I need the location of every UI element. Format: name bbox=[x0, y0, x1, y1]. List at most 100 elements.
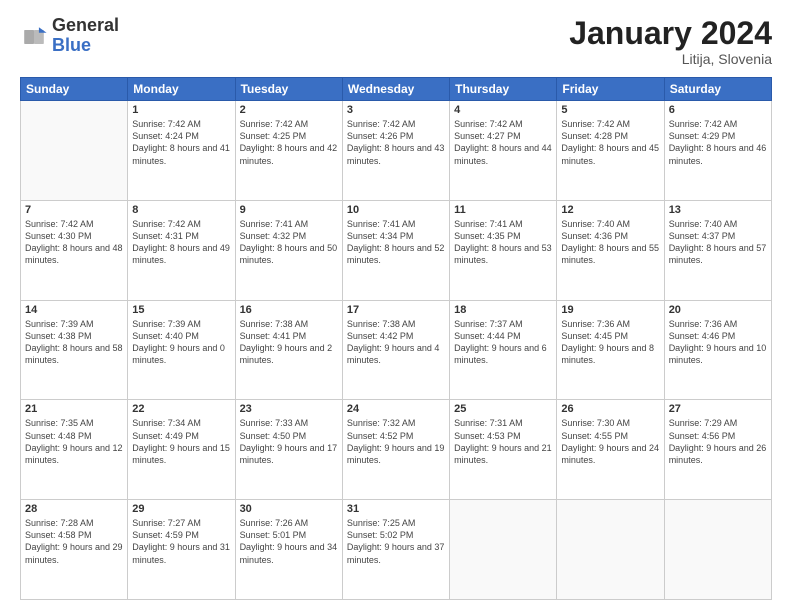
weekday-header-thursday: Thursday bbox=[450, 78, 557, 101]
day-number: 17 bbox=[347, 304, 445, 316]
calendar-cell: 7Sunrise: 7:42 AMSunset: 4:30 PMDaylight… bbox=[21, 200, 128, 300]
day-info: Sunrise: 7:42 AMSunset: 4:28 PMDaylight:… bbox=[561, 118, 659, 167]
day-number: 5 bbox=[561, 104, 659, 116]
day-number: 29 bbox=[132, 503, 230, 515]
page: General Blue January 2024 Litija, Sloven… bbox=[0, 0, 792, 612]
day-info: Sunrise: 7:36 AMSunset: 4:46 PMDaylight:… bbox=[669, 318, 767, 367]
day-number: 2 bbox=[240, 104, 338, 116]
day-number: 4 bbox=[454, 104, 552, 116]
calendar-cell bbox=[664, 500, 771, 600]
weekday-header-saturday: Saturday bbox=[664, 78, 771, 101]
calendar-cell bbox=[450, 500, 557, 600]
generalblue-logo-icon bbox=[20, 23, 48, 51]
calendar-cell: 30 Sunrise: 7:26 AMSunset: 5:01 PMDayligh… bbox=[235, 500, 342, 600]
day-info: Sunrise: 7:32 AMSunset: 4:52 PMDaylight:… bbox=[347, 417, 445, 466]
day-number: 6 bbox=[669, 104, 767, 116]
calendar-cell: 3Sunrise: 7:42 AMSunset: 4:26 PMDaylight… bbox=[342, 101, 449, 201]
day-number: 31 bbox=[347, 503, 445, 515]
day-info: Sunrise: 7:36 AMSunset: 4:45 PMDaylight:… bbox=[561, 318, 659, 367]
calendar-cell: 25 Sunrise: 7:31 AMSunset: 4:53 PMDayligh… bbox=[450, 400, 557, 500]
calendar-cell bbox=[21, 101, 128, 201]
day-number: 22 bbox=[132, 403, 230, 415]
day-info: Sunrise: 7:40 AMSunset: 4:36 PMDaylight:… bbox=[561, 218, 659, 267]
day-number: 28 bbox=[25, 503, 123, 515]
calendar-week-3: 14Sunrise: 7:39 AMSunset: 4:38 PMDayligh… bbox=[21, 300, 772, 400]
weekday-header-sunday: Sunday bbox=[21, 78, 128, 101]
calendar-cell: 23 Sunrise: 7:33 AMSunset: 4:50 PMDayligh… bbox=[235, 400, 342, 500]
day-number: 25 bbox=[454, 403, 552, 415]
day-number: 10 bbox=[347, 204, 445, 216]
day-info: Sunrise: 7:37 AMSunset: 4:44 PMDaylight:… bbox=[454, 318, 552, 367]
day-number: 13 bbox=[669, 204, 767, 216]
day-info: Sunrise: 7:42 AMSunset: 4:25 PMDaylight:… bbox=[240, 118, 338, 167]
logo-text: General Blue bbox=[52, 16, 119, 56]
calendar-week-1: 1 Sunrise: 7:42 AMSunset: 4:24 PMDaylight… bbox=[21, 101, 772, 201]
calendar-cell: 26Sunrise: 7:30 AMSunset: 4:55 PMDayligh… bbox=[557, 400, 664, 500]
day-number: 23 bbox=[240, 403, 338, 415]
day-info: Sunrise: 7:40 AMSunset: 4:37 PMDaylight:… bbox=[669, 218, 767, 267]
calendar-cell: 17 Sunrise: 7:38 AMSunset: 4:42 PMDayligh… bbox=[342, 300, 449, 400]
day-info: Sunrise: 7:25 AMSunset: 5:02 PMDaylight:… bbox=[347, 517, 445, 566]
weekday-header-friday: Friday bbox=[557, 78, 664, 101]
calendar-cell: 14Sunrise: 7:39 AMSunset: 4:38 PMDayligh… bbox=[21, 300, 128, 400]
logo-blue: Blue bbox=[52, 36, 119, 56]
calendar-table: SundayMondayTuesdayWednesdayThursdayFrid… bbox=[20, 77, 772, 600]
calendar-cell: 19 Sunrise: 7:36 AMSunset: 4:45 PMDayligh… bbox=[557, 300, 664, 400]
day-number: 21 bbox=[25, 403, 123, 415]
day-info: Sunrise: 7:38 AMSunset: 4:41 PMDaylight:… bbox=[240, 318, 338, 367]
day-info: Sunrise: 7:31 AMSunset: 4:53 PMDaylight:… bbox=[454, 417, 552, 466]
logo-general: General bbox=[52, 16, 119, 36]
day-number: 9 bbox=[240, 204, 338, 216]
calendar-cell: 27 Sunrise: 7:29 AMSunset: 4:56 PMDayligh… bbox=[664, 400, 771, 500]
weekday-header-monday: Monday bbox=[128, 78, 235, 101]
calendar-cell: 10 Sunrise: 7:41 AMSunset: 4:34 PMDayligh… bbox=[342, 200, 449, 300]
day-info: Sunrise: 7:42 AMSunset: 4:27 PMDaylight:… bbox=[454, 118, 552, 167]
title-block: January 2024 Litija, Slovenia bbox=[569, 16, 772, 67]
calendar-cell: 12 Sunrise: 7:40 AMSunset: 4:36 PMDayligh… bbox=[557, 200, 664, 300]
day-number: 19 bbox=[561, 304, 659, 316]
location: Litija, Slovenia bbox=[569, 51, 772, 67]
day-info: Sunrise: 7:34 AMSunset: 4:49 PMDaylight:… bbox=[132, 417, 230, 466]
weekday-header-tuesday: Tuesday bbox=[235, 78, 342, 101]
day-info: Sunrise: 7:39 AMSunset: 4:40 PMDaylight:… bbox=[132, 318, 230, 367]
calendar-cell: 16 Sunrise: 7:38 AMSunset: 4:41 PMDayligh… bbox=[235, 300, 342, 400]
calendar-cell: 31 Sunrise: 7:25 AMSunset: 5:02 PMDayligh… bbox=[342, 500, 449, 600]
day-info: Sunrise: 7:41 AMSunset: 4:35 PMDaylight:… bbox=[454, 218, 552, 267]
day-number: 12 bbox=[561, 204, 659, 216]
day-info: Sunrise: 7:33 AMSunset: 4:50 PMDaylight:… bbox=[240, 417, 338, 466]
day-number: 18 bbox=[454, 304, 552, 316]
day-info: Sunrise: 7:28 AMSunset: 4:58 PMDaylight:… bbox=[25, 517, 123, 566]
day-info: Sunrise: 7:29 AMSunset: 4:56 PMDaylight:… bbox=[669, 417, 767, 466]
day-number: 1 bbox=[132, 104, 230, 116]
day-number: 30 bbox=[240, 503, 338, 515]
calendar-cell: 20 Sunrise: 7:36 AMSunset: 4:46 PMDayligh… bbox=[664, 300, 771, 400]
logo: General Blue bbox=[20, 16, 119, 56]
day-info: Sunrise: 7:27 AMSunset: 4:59 PMDaylight:… bbox=[132, 517, 230, 566]
calendar-cell bbox=[557, 500, 664, 600]
calendar-cell: 5 Sunrise: 7:42 AMSunset: 4:28 PMDaylight… bbox=[557, 101, 664, 201]
weekday-header-wednesday: Wednesday bbox=[342, 78, 449, 101]
day-number: 8 bbox=[132, 204, 230, 216]
day-info: Sunrise: 7:42 AMSunset: 4:24 PMDaylight:… bbox=[132, 118, 230, 167]
calendar-cell: 24Sunrise: 7:32 AMSunset: 4:52 PMDayligh… bbox=[342, 400, 449, 500]
calendar-cell: 2 Sunrise: 7:42 AMSunset: 4:25 PMDaylight… bbox=[235, 101, 342, 201]
day-info: Sunrise: 7:41 AMSunset: 4:32 PMDaylight:… bbox=[240, 218, 338, 267]
calendar-cell: 1 Sunrise: 7:42 AMSunset: 4:24 PMDaylight… bbox=[128, 101, 235, 201]
day-info: Sunrise: 7:41 AMSunset: 4:34 PMDaylight:… bbox=[347, 218, 445, 267]
day-number: 27 bbox=[669, 403, 767, 415]
day-info: Sunrise: 7:42 AMSunset: 4:26 PMDaylight:… bbox=[347, 118, 445, 167]
header: General Blue January 2024 Litija, Sloven… bbox=[20, 16, 772, 67]
day-info: Sunrise: 7:38 AMSunset: 4:42 PMDaylight:… bbox=[347, 318, 445, 367]
calendar-cell: 21Sunrise: 7:35 AMSunset: 4:48 PMDayligh… bbox=[21, 400, 128, 500]
day-number: 26 bbox=[561, 403, 659, 415]
calendar-cell: 11Sunrise: 7:41 AMSunset: 4:35 PMDayligh… bbox=[450, 200, 557, 300]
day-info: Sunrise: 7:39 AMSunset: 4:38 PMDaylight:… bbox=[25, 318, 123, 367]
day-number: 16 bbox=[240, 304, 338, 316]
calendar-cell: 4 Sunrise: 7:42 AMSunset: 4:27 PMDaylight… bbox=[450, 101, 557, 201]
day-number: 7 bbox=[25, 204, 123, 216]
day-info: Sunrise: 7:26 AMSunset: 5:01 PMDaylight:… bbox=[240, 517, 338, 566]
month-year: January 2024 bbox=[569, 16, 772, 51]
calendar-cell: 9 Sunrise: 7:41 AMSunset: 4:32 PMDaylight… bbox=[235, 200, 342, 300]
day-info: Sunrise: 7:42 AMSunset: 4:31 PMDaylight:… bbox=[132, 218, 230, 267]
day-number: 20 bbox=[669, 304, 767, 316]
